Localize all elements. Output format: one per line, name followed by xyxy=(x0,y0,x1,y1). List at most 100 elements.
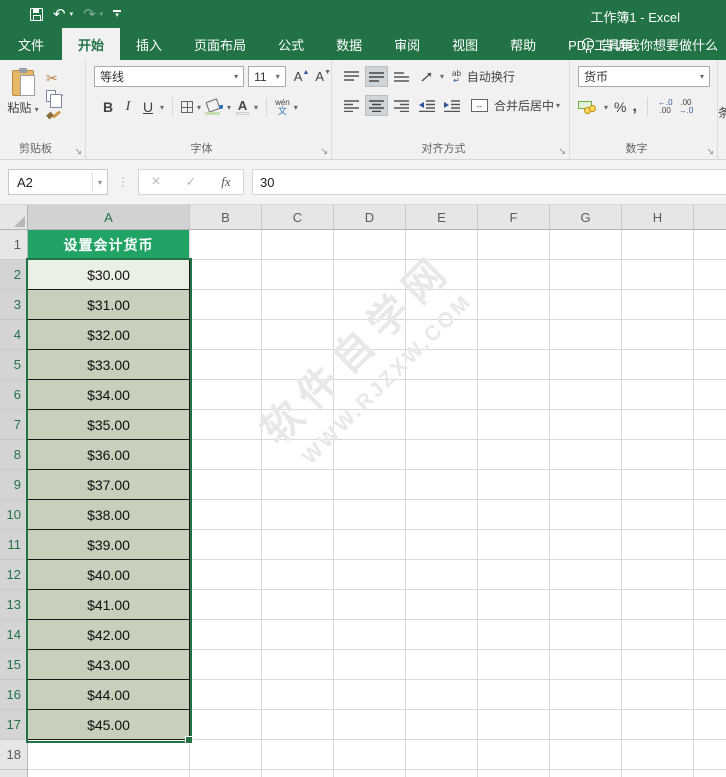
font-name-combo[interactable]: 等线 ▾ xyxy=(94,66,245,87)
cell-c18[interactable] xyxy=(262,740,334,770)
cell-f15[interactable] xyxy=(478,650,550,680)
cell-b4[interactable] xyxy=(190,320,262,350)
cell-b11[interactable] xyxy=(190,530,262,560)
cell-partial-7[interactable] xyxy=(694,410,726,440)
cell-a6[interactable]: $34.00 xyxy=(28,380,190,410)
cell-d15[interactable] xyxy=(334,650,406,680)
cell-h3[interactable] xyxy=(622,290,694,320)
row-header-13[interactable]: 13 xyxy=(0,590,28,620)
column-header-h[interactable]: H xyxy=(622,205,694,230)
cell-d3[interactable] xyxy=(334,290,406,320)
wrap-text-button[interactable]: 自动换行 xyxy=(467,68,515,85)
cell-a19[interactable] xyxy=(28,770,190,777)
cell-d17[interactable] xyxy=(334,710,406,740)
cell-h6[interactable] xyxy=(622,380,694,410)
cell-c17[interactable] xyxy=(262,710,334,740)
cell-g19[interactable] xyxy=(550,770,622,777)
align-middle-button[interactable] xyxy=(365,66,388,87)
cell-g9[interactable] xyxy=(550,470,622,500)
cell-b1[interactable] xyxy=(190,230,262,260)
row-header-15[interactable]: 15 xyxy=(0,650,28,680)
cell-h9[interactable] xyxy=(622,470,694,500)
cell-e8[interactable] xyxy=(406,440,478,470)
tab-view[interactable]: 视图 xyxy=(436,28,494,60)
cell-partial-14[interactable] xyxy=(694,620,726,650)
cell-e4[interactable] xyxy=(406,320,478,350)
formula-bar-splitter[interactable]: ⋮ xyxy=(117,175,129,189)
row-header-4[interactable]: 4 xyxy=(0,320,28,350)
cell-e2[interactable] xyxy=(406,260,478,290)
cell-h17[interactable] xyxy=(622,710,694,740)
cell-e18[interactable] xyxy=(406,740,478,770)
format-painter-icon[interactable] xyxy=(46,108,60,118)
select-all-button[interactable] xyxy=(0,205,28,230)
undo-caret-icon[interactable]: ▾ xyxy=(70,10,74,18)
tell-me-box[interactable]: 告诉我你想要做什么 xyxy=(581,28,718,60)
cell-a14[interactable]: $42.00 xyxy=(28,620,190,650)
italic-button[interactable]: I xyxy=(120,99,136,115)
cell-f16[interactable] xyxy=(478,680,550,710)
cell-g5[interactable] xyxy=(550,350,622,380)
tab-file[interactable]: 文件 xyxy=(0,28,62,60)
column-header-c[interactable]: C xyxy=(262,205,334,230)
cell-partial-4[interactable] xyxy=(694,320,726,350)
cell-b14[interactable] xyxy=(190,620,262,650)
cell-h14[interactable] xyxy=(622,620,694,650)
row-header-16[interactable]: 16 xyxy=(0,680,28,710)
row-header-17[interactable]: 17 xyxy=(0,710,28,740)
cell-a10[interactable]: $38.00 xyxy=(28,500,190,530)
align-right-button[interactable] xyxy=(390,95,413,116)
cell-d18[interactable] xyxy=(334,740,406,770)
cell-b5[interactable] xyxy=(190,350,262,380)
cell-a18[interactable] xyxy=(28,740,190,770)
cell-d10[interactable] xyxy=(334,500,406,530)
cell-h5[interactable] xyxy=(622,350,694,380)
cell-e15[interactable] xyxy=(406,650,478,680)
row-header-5[interactable]: 5 xyxy=(0,350,28,380)
orientation-caret-icon[interactable]: ▾ xyxy=(440,72,444,81)
tab-help[interactable]: 帮助 xyxy=(494,28,552,60)
cell-a12[interactable]: $40.00 xyxy=(28,560,190,590)
increase-decimal-button[interactable]: ←.0.00 xyxy=(658,99,673,115)
cell-a11[interactable]: $39.00 xyxy=(28,530,190,560)
cell-a15[interactable]: $43.00 xyxy=(28,650,190,680)
cell-b17[interactable] xyxy=(190,710,262,740)
cell-d6[interactable] xyxy=(334,380,406,410)
cell-partial-18[interactable] xyxy=(694,740,726,770)
cell-h19[interactable] xyxy=(622,770,694,777)
cell-d13[interactable] xyxy=(334,590,406,620)
cell-e10[interactable] xyxy=(406,500,478,530)
cell-c14[interactable] xyxy=(262,620,334,650)
row-header-19[interactable] xyxy=(0,770,28,777)
cell-f5[interactable] xyxy=(478,350,550,380)
decrease-decimal-button[interactable]: .00 →.0 xyxy=(679,99,694,115)
align-bottom-button[interactable] xyxy=(390,66,413,87)
cell-d16[interactable] xyxy=(334,680,406,710)
cell-h11[interactable] xyxy=(622,530,694,560)
cell-h1[interactable] xyxy=(622,230,694,260)
cell-f3[interactable] xyxy=(478,290,550,320)
enter-icon[interactable]: ✓ xyxy=(186,174,197,190)
cell-c15[interactable] xyxy=(262,650,334,680)
cell-g16[interactable] xyxy=(550,680,622,710)
cell-g18[interactable] xyxy=(550,740,622,770)
cell-a3[interactable]: $31.00 xyxy=(28,290,190,320)
row-header-14[interactable]: 14 xyxy=(0,620,28,650)
accounting-format-icon[interactable] xyxy=(578,100,598,115)
align-left-button[interactable] xyxy=(340,95,363,116)
cell-c19[interactable] xyxy=(262,770,334,777)
tab-insert[interactable]: 插入 xyxy=(120,28,178,60)
row-header-18[interactable]: 18 xyxy=(0,740,28,770)
cell-a5[interactable]: $33.00 xyxy=(28,350,190,380)
cell-e17[interactable] xyxy=(406,710,478,740)
row-header-11[interactable]: 11 xyxy=(0,530,28,560)
cell-partial-12[interactable] xyxy=(694,560,726,590)
column-header-d[interactable]: D xyxy=(334,205,406,230)
cell-g1[interactable] xyxy=(550,230,622,260)
cell-b3[interactable] xyxy=(190,290,262,320)
cell-a13[interactable]: $41.00 xyxy=(28,590,190,620)
cell-f13[interactable] xyxy=(478,590,550,620)
cell-h8[interactable] xyxy=(622,440,694,470)
cell-d1[interactable] xyxy=(334,230,406,260)
phonetic-guide-button[interactable]: wén 文 xyxy=(275,99,290,116)
